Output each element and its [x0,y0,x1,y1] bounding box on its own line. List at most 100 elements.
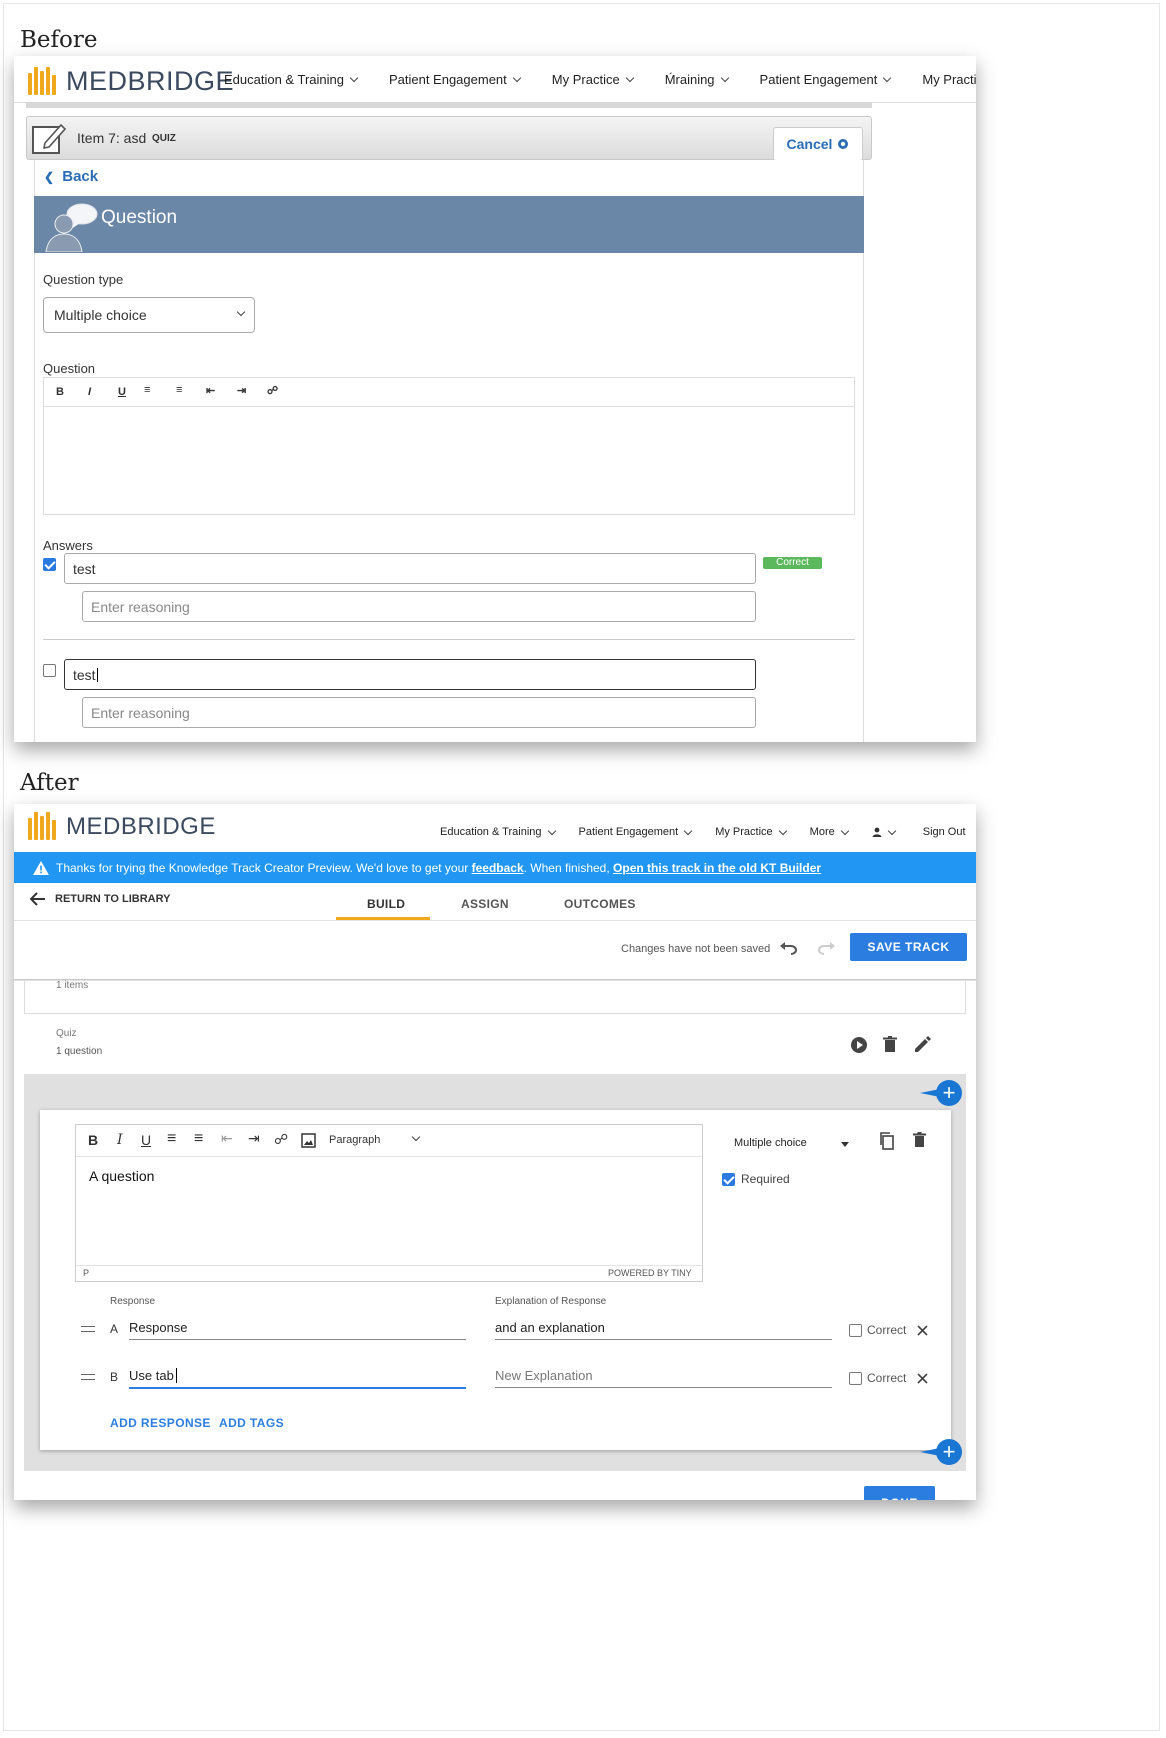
correct-badge: Correct [763,557,822,569]
nav-my-practice[interactable]: My Practice [715,826,787,838]
response-a-input[interactable]: Response [129,1320,466,1340]
plus-icon: + [942,1080,956,1105]
answer-1-reasoning[interactable]: Enter reasoning [82,591,756,622]
copy-icon[interactable] [879,1132,895,1150]
nav-my-practice[interactable]: My Practice [552,72,634,87]
outdent-icon[interactable]: ⇤ [221,1130,233,1147]
medbridge-logo-icon [28,66,58,97]
response-b-input[interactable]: Use tab [129,1368,466,1389]
correct-b-checkbox[interactable] [849,1372,862,1385]
format-select[interactable]: Paragraph [329,1134,380,1146]
image-icon[interactable] [301,1133,316,1148]
done-button[interactable]: DONE [864,1486,935,1500]
drag-handle-icon[interactable] [81,1374,95,1380]
chevron-left-icon: ❮ [44,170,55,184]
cancel-button[interactable]: Cancel [773,127,863,161]
question-editor[interactable]: B I U ≡ ≡ ⇤ ⇥ ☍ [43,377,855,515]
answer-1-input[interactable]: test [64,553,756,584]
explanation-a-input[interactable]: and an explanation [495,1320,832,1340]
add-tags-button[interactable]: ADD TAGS [219,1416,284,1430]
underline-icon[interactable]: U [141,1132,151,1148]
indent-icon[interactable]: ⇥ [248,1130,260,1147]
redo-icon[interactable] [818,941,836,955]
add-response-button[interactable]: ADD RESPONSE [110,1416,211,1430]
bold-icon[interactable]: B [56,386,64,398]
nav-patient-engagement[interactable]: Patient Engagement [579,826,693,838]
old-builder-link[interactable]: Open this track in the old KT Builder [613,861,821,875]
question-type-select[interactable]: Multiple choice [734,1137,807,1149]
numbered-list-icon[interactable]: ≡ [194,1130,203,1148]
answers-label: Answers [43,538,93,553]
trash-icon[interactable] [883,1036,897,1053]
italic-icon[interactable]: I [88,386,91,398]
drag-handle-icon[interactable] [81,1326,95,1332]
item-type: QUIZ [152,133,176,144]
bold-icon[interactable]: B [88,1132,98,1148]
tab-build[interactable]: BUILD [367,897,405,911]
numbered-list-icon[interactable]: ≡ [176,384,182,396]
account-menu[interactable] [872,826,896,838]
correct-a-checkbox[interactable] [849,1324,862,1337]
answer-2-checkbox[interactable] [43,664,56,677]
item-bar: Item 7: asd QUIZ Cancel [26,116,872,161]
response-letter: A [110,1322,119,1336]
answer-2-text: test [73,666,96,683]
chevron-down-icon [625,73,634,83]
text-cursor [96,667,98,682]
bulleted-list-icon[interactable]: ≡ [167,1130,176,1148]
nav-label: Education & Training [224,72,344,87]
undo-icon[interactable] [779,941,797,955]
after-label: After [20,770,79,796]
feedback-link[interactable]: feedback [472,861,524,875]
nav-patient-engagement-2[interactable]: Patient Engagement [760,72,892,87]
question-header: Question [34,196,864,253]
user-speech-icon [45,203,98,252]
question-editor[interactable]: B I U ≡ ≡ ⇤ ⇥ ☍ Paragraph A question P P… [75,1124,703,1282]
nav-label: More [809,826,835,838]
tab-assign[interactable]: ASSIGN [461,897,509,911]
save-track-button[interactable]: SAVE TRACK [850,933,967,961]
play-icon[interactable] [850,1036,868,1054]
save-status: Changes have not been saved [621,943,771,955]
nav-patient-engagement[interactable]: Patient Engagement [389,72,522,87]
tab-outcomes[interactable]: OUTCOMES [564,897,636,911]
text-cursor [175,1368,181,1383]
question-type-select[interactable]: Multiple choice [43,297,255,333]
trash-icon[interactable] [913,1132,926,1148]
answer-2-reasoning[interactable]: Enter reasoning [82,697,756,728]
response-header: Response [110,1296,156,1307]
nav-my-practice-2[interactable]: My Practice [922,72,976,87]
back-link[interactable]: ❮ Back [44,168,98,185]
items-section [24,980,966,1014]
editor-path: P [83,1268,90,1278]
underline-icon[interactable]: U [118,386,126,398]
close-icon[interactable] [917,1373,928,1384]
nav-label: My Practice [922,72,976,87]
after-logo[interactable]: MEDBRIDGE [28,812,216,842]
answer-2-input[interactable]: test [64,659,756,690]
editor-content[interactable]: A question [89,1168,154,1184]
response-b-text: Use tab [129,1368,174,1383]
nav-education-training[interactable]: Education & Training [224,72,359,87]
return-to-library[interactable]: RETURN TO LIBRARY [30,892,171,906]
banner-text-2: . When finished, [523,860,610,875]
close-icon[interactable] [917,1325,928,1336]
sign-out-link[interactable]: Sign Out [923,826,966,838]
chevron-down-icon [720,73,729,83]
answer-1-checkbox[interactable] [43,558,56,571]
plus-icon: + [942,1439,956,1464]
explanation-b-input[interactable]: New Explanation [495,1368,832,1388]
nav-more[interactable]: More [809,826,849,838]
nav-training[interactable]: Ḿraining [665,72,729,87]
italic-icon[interactable]: I [117,1132,123,1148]
required-checkbox[interactable] [722,1173,735,1186]
link-icon[interactable]: ☍ [267,384,278,397]
bulleted-list-icon[interactable]: ≡ [144,384,150,396]
before-logo[interactable]: MEDBRIDGE [28,66,234,97]
nav-education-training[interactable]: Education & Training [440,826,556,838]
edit-pencil-icon[interactable] [914,1036,931,1053]
outdent-icon[interactable]: ⇤ [206,384,215,397]
return-label: RETURN TO LIBRARY [55,893,171,905]
indent-icon[interactable]: ⇥ [237,384,246,397]
link-icon[interactable]: ☍ [274,1131,288,1148]
